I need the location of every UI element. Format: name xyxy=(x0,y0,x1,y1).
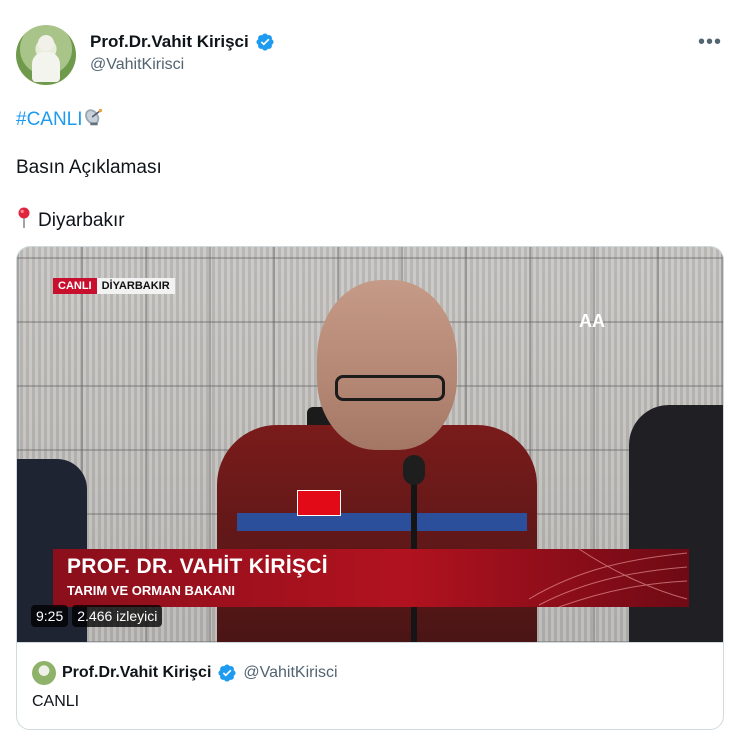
post-line-location: Diyarbakır xyxy=(16,207,125,232)
broadcaster-logo: AA xyxy=(579,311,605,331)
live-tag-label: CANLI xyxy=(53,278,97,294)
lower-third-decoration xyxy=(528,549,688,607)
quoted-display-name[interactable]: Prof.Dr.Vahit Kirişci xyxy=(62,664,211,682)
author-avatar[interactable] xyxy=(16,25,76,85)
author-display-name[interactable]: Prof.Dr.Vahit Kirişci xyxy=(90,32,249,52)
round-pushpin-icon xyxy=(18,207,30,228)
hashtag-link[interactable]: #CANLI xyxy=(16,109,83,130)
viewer-count: 2.466 izleyici xyxy=(72,605,163,627)
location-text: Diyarbakır xyxy=(38,210,125,231)
quoted-verified-badge-icon xyxy=(218,664,236,682)
vest-stripe xyxy=(237,513,527,531)
right-person-silhouette xyxy=(629,405,723,643)
avatar-head xyxy=(38,35,54,51)
author-name-row: Prof.Dr.Vahit Kirişci xyxy=(90,32,275,52)
video-duration: 9:25 xyxy=(31,605,69,627)
satellite-antenna-icon xyxy=(84,108,102,126)
avatar-torso xyxy=(32,52,60,82)
speaker-head xyxy=(317,280,457,450)
quoted-text: CANLI xyxy=(32,693,80,710)
live-location-tag: CANLI DİYARBAKIR xyxy=(53,278,175,294)
location-tag-label: DİYARBAKIR xyxy=(96,278,175,294)
speaker-glasses xyxy=(335,375,445,401)
microphone-icon xyxy=(403,455,425,485)
video-player[interactable]: CANLI DİYARBAKIR AA PROF. DR. VAHİT KİRİ… xyxy=(16,246,724,643)
more-options-button[interactable]: ••• xyxy=(698,30,722,54)
quoted-handle: @VahitKirisci xyxy=(243,664,338,681)
quoted-post[interactable]: Prof.Dr.Vahit Kirişci @VahitKirisci CANL… xyxy=(16,642,724,730)
turkish-flag-patch xyxy=(297,490,341,516)
lower-third-banner: PROF. DR. VAHİT KİRİŞCİ TARIM VE ORMAN B… xyxy=(53,549,689,607)
quoted-post-header: Prof.Dr.Vahit Kirişci @VahitKirisci xyxy=(32,661,338,685)
lower-third-name: PROF. DR. VAHİT KİRİŞCİ xyxy=(67,555,328,578)
post-line-hashtag: #CANLI xyxy=(16,106,105,131)
lower-third-title: TARIM VE ORMAN BAKANI xyxy=(67,583,236,598)
verified-badge-icon[interactable] xyxy=(255,32,275,52)
author-block: Prof.Dr.Vahit Kirişci @VahitKirisci xyxy=(90,32,275,74)
quoted-avatar[interactable] xyxy=(32,661,56,685)
ellipsis-icon: ••• xyxy=(698,31,723,53)
author-handle[interactable]: @VahitKirisci xyxy=(90,56,275,74)
post-line-text: Basın Açıklaması xyxy=(16,157,162,178)
speaker-vest xyxy=(217,425,537,643)
video-badges: 9:25 2.466 izleyici xyxy=(31,605,163,627)
